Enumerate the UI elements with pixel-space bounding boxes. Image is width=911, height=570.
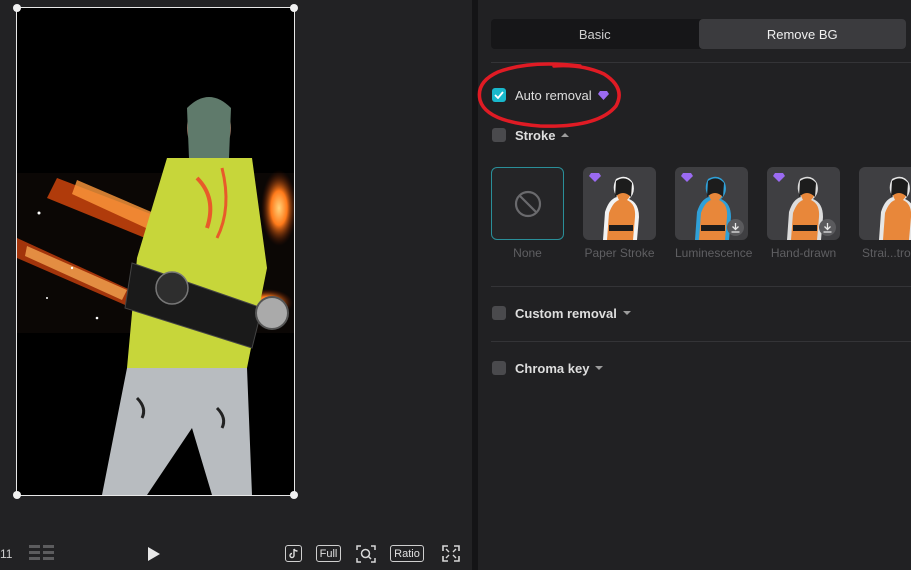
divider <box>491 62 911 63</box>
custom-removal-label: Custom removal <box>515 305 617 321</box>
prohibited-icon <box>514 190 541 217</box>
stroke-thumb <box>859 167 911 240</box>
stroke-thumb <box>675 167 748 240</box>
fullscreen-button[interactable] <box>441 545 460 562</box>
video-frame-image <box>17 8 294 495</box>
stroke-thumb <box>583 167 656 240</box>
divider <box>491 341 911 342</box>
chroma-key-row[interactable]: Chroma key <box>492 359 604 377</box>
tab-remove-bg[interactable]: Remove BG <box>698 19 906 49</box>
auto-removal-checkbox[interactable] <box>492 88 506 102</box>
chroma-key-checkbox[interactable] <box>492 361 506 375</box>
stroke-option-label: Strai...tro <box>862 246 911 260</box>
tab-basic[interactable]: Basic <box>491 19 699 49</box>
premium-gem-icon <box>597 90 609 100</box>
preview-pane: 11 Full Ratio <box>0 0 472 570</box>
stroke-option-label: None <box>513 246 542 260</box>
tiktok-button[interactable] <box>285 545 302 562</box>
caret-down-icon[interactable] <box>622 311 631 315</box>
zoom-fit-button[interactable] <box>355 544 376 563</box>
auto-removal-label: Auto removal <box>515 87 592 103</box>
chroma-key-label: Chroma key <box>515 360 590 376</box>
premium-gem-icon <box>773 173 785 182</box>
auto-removal-row[interactable]: Auto removal <box>492 86 609 104</box>
stroke-thumb <box>491 167 564 240</box>
person-thumbnail <box>879 176 911 240</box>
stroke-option-straight[interactable]: Strai...tro <box>859 167 911 260</box>
tiktok-icon <box>289 548 298 559</box>
caret-down-icon[interactable] <box>595 366 604 370</box>
stroke-option-paper-stroke[interactable]: Paper Stroke <box>583 167 656 260</box>
premium-gem-icon <box>589 173 601 182</box>
stroke-option-none[interactable]: None <box>491 167 564 260</box>
custom-removal-checkbox[interactable] <box>492 306 506 320</box>
premium-gem-icon <box>681 173 693 182</box>
divider <box>491 286 911 287</box>
checkmark-icon <box>494 91 504 99</box>
download-icon <box>731 222 740 233</box>
play-icon[interactable] <box>147 546 161 562</box>
tab-bar: Basic Remove BG <box>491 19 906 49</box>
stroke-option-hand-drawn[interactable]: Hand-drawn <box>767 167 840 260</box>
stroke-thumb <box>767 167 840 240</box>
frame-number: 11 <box>0 547 13 561</box>
timeline-strip-icon[interactable] <box>29 545 55 561</box>
download-badge <box>819 219 836 236</box>
video-canvas[interactable] <box>17 8 294 495</box>
full-button[interactable]: Full <box>316 545 341 562</box>
stroke-option-label: Luminescence <box>675 246 753 260</box>
download-icon <box>823 222 832 233</box>
stroke-checkbox[interactable] <box>492 128 506 142</box>
zoom-fit-icon <box>355 544 376 563</box>
ratio-button[interactable]: Ratio <box>390 545 424 562</box>
stroke-options: None Paper Stroke Luminescence Hand-draw… <box>491 167 911 267</box>
custom-removal-row[interactable]: Custom removal <box>492 304 631 322</box>
stroke-option-label: Hand-drawn <box>770 246 837 260</box>
stroke-option-label: Paper Stroke <box>584 246 655 260</box>
playback-controls: 11 Full Ratio <box>0 540 472 570</box>
caret-up-icon[interactable] <box>561 133 570 137</box>
stroke-label: Stroke <box>515 127 556 143</box>
properties-panel: Basic Remove BG Auto removal Stroke None… <box>478 0 911 570</box>
stroke-row[interactable]: Stroke <box>492 126 570 144</box>
stroke-option-luminescence[interactable]: Luminescence <box>675 167 753 260</box>
download-badge <box>727 219 744 236</box>
fullscreen-icon <box>441 545 460 562</box>
